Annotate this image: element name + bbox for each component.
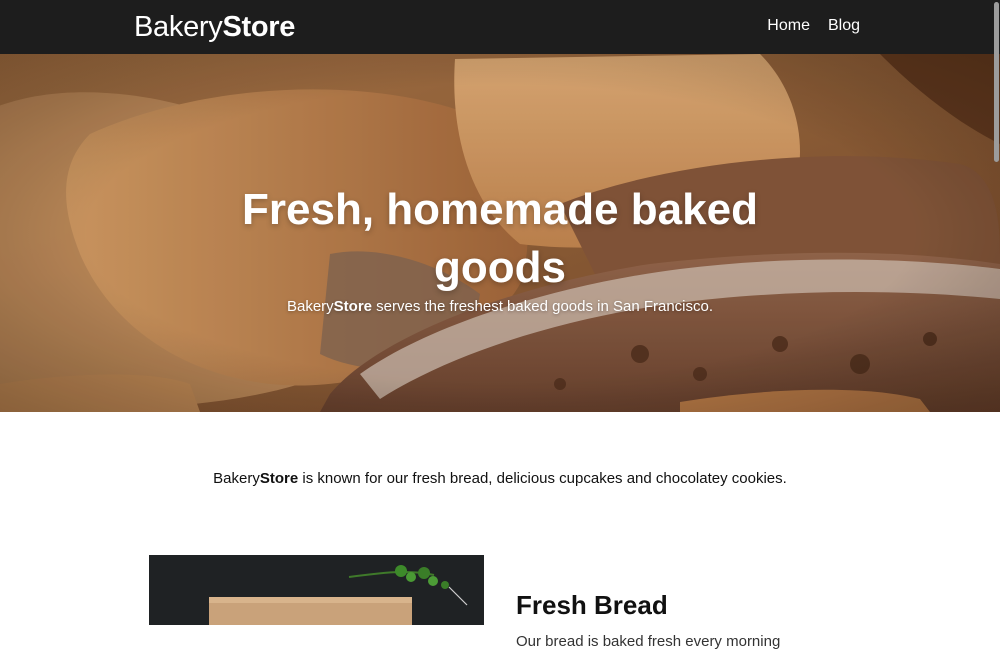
navbar: BakeryStore Home Blog — [0, 0, 1000, 54]
feature-title: Fresh Bread — [516, 589, 668, 620]
hero-subtitle-brand-light: Bakery — [286, 298, 334, 315]
hero-title: Fresh, homemade baked goods — [0, 181, 1000, 297]
intro-body: is known for our fresh bread, delicious … — [298, 470, 787, 487]
fresh-bread-image — [149, 555, 484, 625]
intro-brand-bold: Store — [259, 470, 299, 487]
hero-subtitle: BakeryStore serves the freshest baked go… — [0, 297, 1000, 317]
brand-light: Bakery — [134, 11, 223, 43]
main-nav: Home Blog — [767, 16, 860, 36]
hero-subtitle-text: serves the freshest baked goods in San F… — [372, 298, 714, 315]
hero-subtitle-brand-bold: Store — [333, 298, 372, 315]
page-scrollbar[interactable] — [992, 0, 1000, 625]
hero-title-line-1: Fresh, homemade baked — [242, 185, 758, 235]
cutting-board-illustration — [149, 555, 484, 625]
brand-logo[interactable]: BakeryStore — [134, 10, 295, 44]
nav-link-home[interactable]: Home — [767, 16, 810, 36]
hero-title-line-2: goods — [434, 243, 566, 293]
nav-link-blog[interactable]: Blog — [828, 16, 860, 36]
brand-bold: Store — [222, 11, 296, 43]
feature-text: Our bread is baked fresh every morning — [516, 633, 781, 650]
hero-banner: Fresh, homemade baked goods BakeryStore … — [0, 54, 1000, 412]
intro-brand-light: Bakery — [213, 470, 260, 487]
intro-text: BakeryStore is known for our fresh bread… — [0, 468, 1000, 490]
scrollbar-thumb[interactable] — [994, 2, 999, 162]
